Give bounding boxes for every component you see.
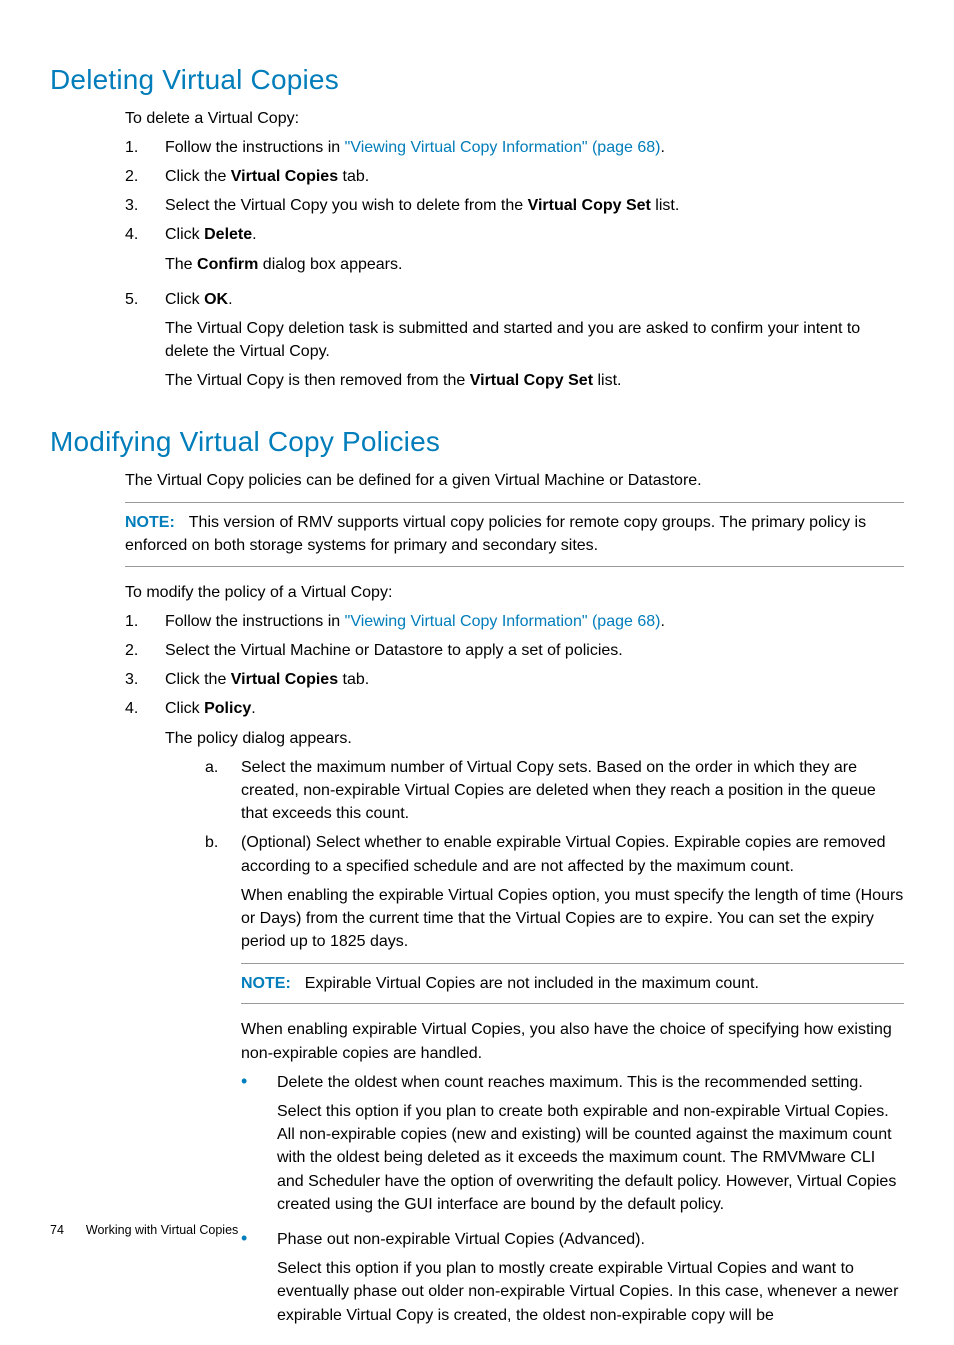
step-text: Select the Virtual Copy you wish to dele… <box>165 194 904 217</box>
step-num: 4. <box>125 697 165 1344</box>
intro-text: The Virtual Copy policies can be defined… <box>125 469 904 492</box>
step-num: 1. <box>125 136 165 159</box>
note-label: NOTE: <box>125 514 175 531</box>
note-box: NOTE: Expirable Virtual Copies are not in… <box>241 963 904 1004</box>
substep-letter: b. <box>205 831 241 1338</box>
note-box: NOTE:This version of RMV supports virtua… <box>125 502 904 566</box>
page-number: 74 <box>50 1223 64 1237</box>
step-text: Click Policy. The policy dialog appears.… <box>165 697 904 1344</box>
substep-text: Select the maximum number of Virtual Cop… <box>241 756 904 826</box>
step-text: Click Delete. The Confirm dialog box app… <box>165 223 904 281</box>
step-num: 2. <box>125 639 165 662</box>
step-num: 4. <box>125 223 165 281</box>
bullet-icon: • <box>241 1071 277 1222</box>
step-text: Select the Virtual Machine or Datastore … <box>165 639 904 662</box>
bullet-icon: • <box>241 1228 277 1333</box>
step-text: Follow the instructions in "Viewing Virt… <box>165 610 904 633</box>
step-num: 3. <box>125 194 165 217</box>
step-text: Click the Virtual Copies tab. <box>165 165 904 188</box>
heading-modifying: Modifying Virtual Copy Policies <box>50 422 904 463</box>
bullet-text: Phase out non-expirable Virtual Copies (… <box>277 1228 904 1333</box>
link-viewing-vc-info[interactable]: "Viewing Virtual Copy Information" (page… <box>345 613 661 630</box>
step-text: Follow the instructions in "Viewing Virt… <box>165 136 904 159</box>
substep-text: (Optional) Select whether to enable expi… <box>241 831 904 1338</box>
page-footer: 74 Working with Virtual Copies <box>50 1221 238 1239</box>
note-text: Expirable Virtual Copies are not include… <box>305 975 759 992</box>
heading-deleting: Deleting Virtual Copies <box>50 60 904 101</box>
step-num: 3. <box>125 668 165 691</box>
step-text: Click OK. The Virtual Copy deletion task… <box>165 288 904 399</box>
link-viewing-vc-info[interactable]: "Viewing Virtual Copy Information" (page… <box>345 139 661 156</box>
step-num: 2. <box>125 165 165 188</box>
substep-letter: a. <box>205 756 241 826</box>
note-label: NOTE: <box>241 975 291 992</box>
step-num: 5. <box>125 288 165 399</box>
intro-text: To delete a Virtual Copy: <box>125 107 904 130</box>
footer-title: Working with Virtual Copies <box>86 1223 238 1237</box>
note-text: This version of RMV supports virtual cop… <box>125 514 866 554</box>
step-text: Click the Virtual Copies tab. <box>165 668 904 691</box>
lead-text: To modify the policy of a Virtual Copy: <box>125 581 904 604</box>
bullet-text: Delete the oldest when count reaches max… <box>277 1071 904 1222</box>
step-num: 1. <box>125 610 165 633</box>
